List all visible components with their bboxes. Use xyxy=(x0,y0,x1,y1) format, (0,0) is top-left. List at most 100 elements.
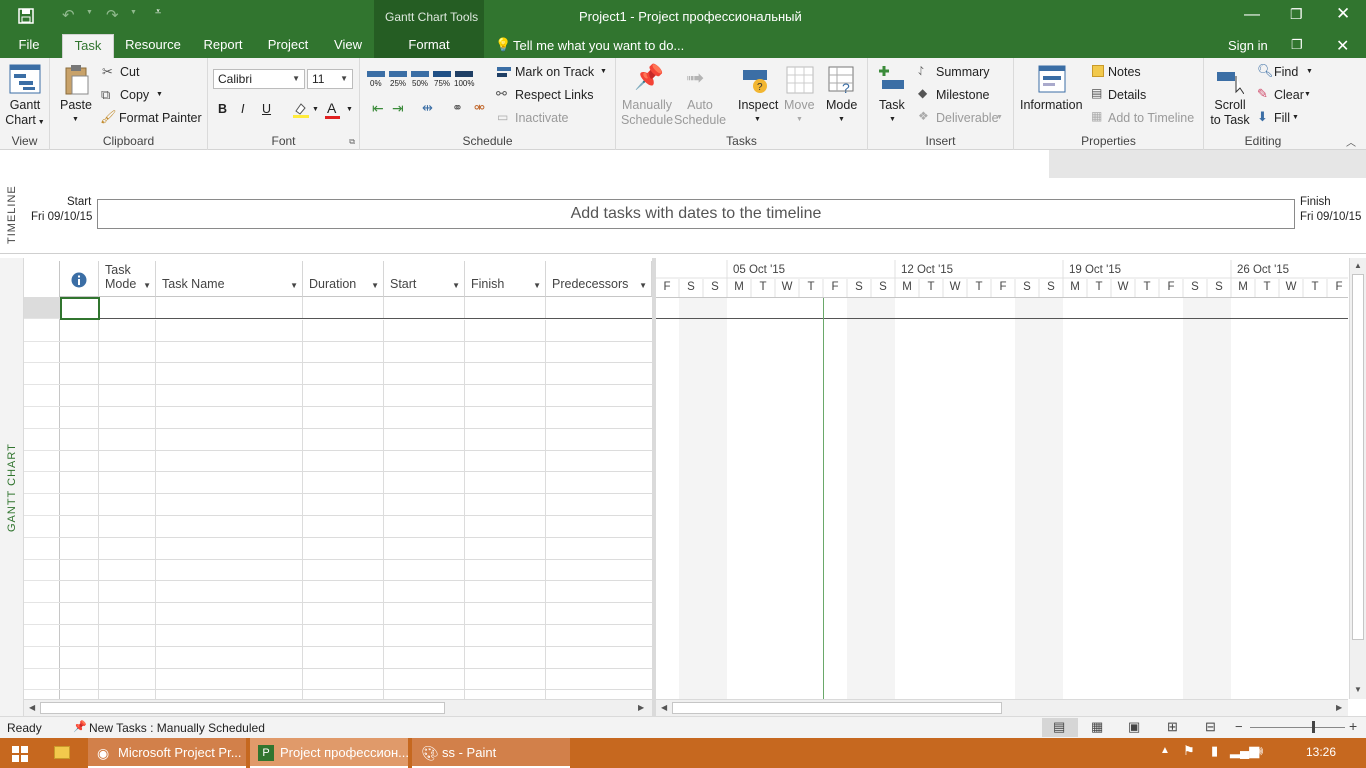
tab-file[interactable]: File xyxy=(8,34,50,58)
row-header[interactable] xyxy=(24,560,60,582)
table-row[interactable] xyxy=(60,581,652,604)
tab-report[interactable]: Report xyxy=(196,34,250,58)
row-header[interactable] xyxy=(24,516,60,538)
scroll-to-task-button[interactable]: Scroll to Task xyxy=(1204,98,1256,128)
sheet-scroll-thumb[interactable] xyxy=(40,702,445,714)
row-header[interactable] xyxy=(24,342,60,364)
minimize-icon[interactable]: — xyxy=(1244,6,1260,24)
column-filter-icon[interactable]: ▼ xyxy=(371,281,379,290)
percent-25-button[interactable]: 25% xyxy=(390,79,406,88)
row-header[interactable] xyxy=(24,494,60,516)
column-filter-icon[interactable]: ▼ xyxy=(290,281,298,290)
ribbon-restore-icon[interactable]: ❐ xyxy=(1291,37,1303,53)
action-center-flag-icon[interactable]: ⚑ xyxy=(1183,743,1195,759)
row-header[interactable] xyxy=(24,581,60,604)
information-button[interactable]: Information xyxy=(1020,98,1083,112)
percent-75-button[interactable]: 75% xyxy=(434,79,450,88)
row-header[interactable] xyxy=(24,363,60,386)
fill-dropdown-icon[interactable]: ▼ xyxy=(1292,114,1299,121)
table-row[interactable] xyxy=(60,494,652,516)
column-header-start[interactable]: Start ▼ xyxy=(384,261,465,297)
gantt-chart-button[interactable]: Gantt Chart ▼ xyxy=(0,98,50,130)
table-row[interactable] xyxy=(60,668,652,691)
copy-button[interactable]: Copy xyxy=(120,88,149,102)
sign-in-link[interactable]: Sign in xyxy=(1228,38,1268,53)
table-row[interactable] xyxy=(60,341,652,364)
mode-button[interactable]: Mode xyxy=(826,98,857,112)
table-row[interactable] xyxy=(60,690,652,699)
tab-resource[interactable]: Resource xyxy=(120,34,186,58)
sheet-horizontal-scrollbar[interactable]: ◀ ▶ xyxy=(24,699,652,716)
chart-scroll-thumb[interactable] xyxy=(672,702,1002,714)
customize-qat-icon[interactable]: ⩡ xyxy=(155,6,161,19)
deliverable-dropdown-icon[interactable]: ▼ xyxy=(996,114,1003,121)
tab-project[interactable]: Project xyxy=(262,34,314,58)
document-close-icon[interactable]: ✕ xyxy=(1336,36,1349,56)
row-header[interactable] xyxy=(24,407,60,429)
row-header[interactable] xyxy=(24,297,60,319)
font-dialog-launcher-icon[interactable]: ⧉ xyxy=(349,137,355,147)
table-row[interactable] xyxy=(60,603,652,625)
row-header[interactable] xyxy=(24,603,60,625)
close-icon[interactable]: ✕ xyxy=(1336,4,1350,24)
copy-dropdown-icon[interactable]: ▼ xyxy=(156,91,163,98)
table-row[interactable] xyxy=(60,646,652,669)
respect-links-button[interactable]: Respect Links xyxy=(515,88,594,102)
zoom-slider-track[interactable] xyxy=(1250,727,1345,728)
column-header-duration[interactable]: Duration ▼ xyxy=(303,261,384,297)
percent-100-button[interactable]: 100% xyxy=(454,79,474,88)
inspect-dropdown-icon[interactable]: ▼ xyxy=(754,116,761,123)
column-header-predecessors[interactable]: Predecessors ▼ xyxy=(546,261,652,297)
insert-task-button[interactable]: Task xyxy=(879,98,905,112)
percent-50-button[interactable]: 50% xyxy=(412,79,428,88)
tab-format[interactable]: Format xyxy=(374,34,484,58)
taskbar-item-paint[interactable]: 🎨︎ ss - Paint xyxy=(412,738,570,768)
row-header[interactable] xyxy=(24,451,60,473)
clear-dropdown-icon[interactable]: ▼ xyxy=(1304,91,1311,98)
team-planner-shortcut-icon[interactable]: ▣ xyxy=(1128,719,1140,735)
gantt-chart-area[interactable]: F S S M T W T F S S M T W T F S S M T W T F S S M T W T F 05 Oct '15 1… xyxy=(656,258,1348,699)
taskbar-item-project-prof[interactable]: P Project профессион... xyxy=(250,738,409,768)
format-painter-button[interactable]: Format Painter xyxy=(119,111,202,125)
inactivate-button[interactable]: Inactivate xyxy=(515,111,569,125)
file-explorer-icon[interactable] xyxy=(54,746,70,759)
active-cell[interactable] xyxy=(60,297,100,320)
row-header[interactable] xyxy=(24,472,60,495)
link-tasks-icon[interactable]: ⚭ xyxy=(452,100,463,116)
fill-button[interactable]: Fill xyxy=(1274,111,1290,125)
cut-button[interactable]: Cut xyxy=(120,65,139,79)
chart-horizontal-scrollbar[interactable]: ◀ ▶ xyxy=(656,699,1348,716)
table-row[interactable] xyxy=(60,537,652,560)
row-header[interactable] xyxy=(24,320,60,342)
table-row[interactable] xyxy=(60,472,652,495)
table-row[interactable] xyxy=(60,559,652,582)
table-row[interactable] xyxy=(60,428,652,451)
row-header[interactable] xyxy=(24,429,60,451)
move-dropdown-icon[interactable]: ▼ xyxy=(796,116,803,123)
column-filter-icon[interactable]: ▼ xyxy=(639,281,647,290)
tray-overflow-icon[interactable]: ▲ xyxy=(1160,745,1170,756)
clock[interactable]: 13:26 xyxy=(1306,745,1336,759)
add-to-timeline-button[interactable]: Add to Timeline xyxy=(1108,111,1194,125)
collapse-ribbon-icon[interactable]: ︿ xyxy=(1346,134,1356,149)
scroll-down-icon[interactable]: ▼ xyxy=(1354,685,1362,694)
font-name-select[interactable]: Calibri ▼ xyxy=(213,69,305,89)
new-tasks-mode[interactable]: New Tasks : Manually Scheduled xyxy=(89,721,265,735)
resource-sheet-shortcut-icon[interactable]: ⊞ xyxy=(1167,719,1178,735)
clear-button[interactable]: Clear xyxy=(1274,88,1304,102)
volume-icon[interactable]: 🔊︎ xyxy=(1255,743,1263,759)
table-row[interactable] xyxy=(60,516,652,538)
save-icon[interactable] xyxy=(18,8,34,24)
inspect-button[interactable]: Inspect xyxy=(738,98,778,112)
vertical-scrollbar[interactable]: ▲ ▼ xyxy=(1349,258,1366,699)
column-filter-icon[interactable]: ▼ xyxy=(143,281,151,290)
scroll-up-icon[interactable]: ▲ xyxy=(1354,261,1362,270)
tab-task[interactable]: Task xyxy=(62,34,114,58)
scroll-right-icon[interactable]: ▶ xyxy=(638,703,644,712)
mark-on-track-dropdown-icon[interactable]: ▼ xyxy=(600,68,607,75)
row-header[interactable] xyxy=(24,385,60,407)
zoom-slider-thumb[interactable] xyxy=(1312,721,1315,733)
font-color-button[interactable]: A xyxy=(327,100,336,116)
table-row[interactable] xyxy=(60,450,652,473)
table-row[interactable] xyxy=(60,625,652,647)
